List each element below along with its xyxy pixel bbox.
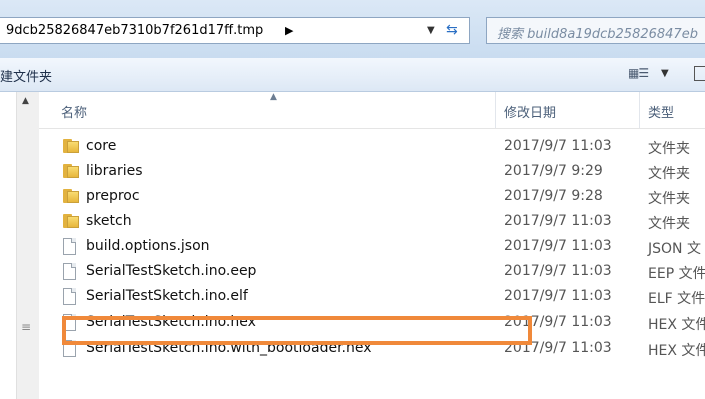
preview-pane-icon[interactable]: [694, 66, 705, 81]
command-toolbar: 建文件夹 ▦☰ ▼: [0, 58, 705, 92]
file-type: 文件夹: [648, 141, 690, 157]
folder-icon: [63, 138, 79, 153]
document-icon: [63, 238, 76, 255]
file-date: 2017/9/7 11:03: [504, 263, 612, 279]
file-type: EEP 文件: [648, 266, 705, 282]
file-type: 文件夹: [648, 166, 690, 182]
file-date: 2017/9/7 11:03: [504, 238, 612, 254]
file-type: ELF 文件: [648, 291, 705, 307]
folder-icon: [63, 213, 79, 228]
column-divider[interactable]: [495, 92, 496, 128]
file-date: 2017/9/7 11:03: [504, 340, 612, 356]
file-row[interactable]: preproc 2017/9/7 9:28 文件夹: [39, 184, 705, 209]
file-name: SerialTestSketch.ino.hex: [86, 314, 256, 330]
file-name: sketch: [86, 213, 132, 229]
column-header: ▲ 名称 修改日期 类型: [39, 92, 705, 129]
file-name: SerialTestSketch.ino.with_bootloader.hex: [86, 340, 372, 356]
file-row[interactable]: libraries 2017/9/7 9:29 文件夹: [39, 159, 705, 184]
search-input[interactable]: 搜索 build8a19dcb25826847eb: [486, 17, 705, 44]
folder-icon: [63, 188, 79, 203]
view-dropdown-icon[interactable]: ▼: [661, 68, 669, 79]
scroll-up-icon[interactable]: ▲: [22, 96, 29, 106]
file-name: SerialTestSketch.ino.eep: [86, 263, 257, 279]
file-row[interactable]: build.options.json 2017/9/7 11:03 JSON 文: [39, 234, 705, 259]
file-row[interactable]: SerialTestSketch.ino.eep 2017/9/7 11:03 …: [39, 259, 705, 284]
file-date: 2017/9/7 11:03: [504, 288, 612, 304]
file-row[interactable]: SerialTestSketch.ino.with_bootloader.hex…: [39, 336, 705, 361]
document-icon: [63, 288, 76, 305]
file-date: 2017/9/7 11:03: [504, 213, 612, 229]
file-type: HEX 文件: [648, 317, 705, 333]
column-name[interactable]: 名称: [61, 102, 87, 121]
column-type[interactable]: 类型: [648, 102, 674, 121]
document-icon: [63, 263, 76, 280]
file-type: 文件夹: [648, 191, 690, 207]
path-text: 9dcb25826847eb7310b7f261d17ff.tmp: [6, 23, 264, 38]
refresh-icon[interactable]: ⇆: [446, 22, 458, 38]
chevron-down-icon[interactable]: ▼: [427, 25, 435, 36]
path-field[interactable]: 9dcb25826847eb7310b7f261d17ff.tmp ▶ ▼ ⇆: [0, 17, 470, 44]
file-name: SerialTestSketch.ino.elf: [86, 288, 248, 304]
file-type: 文件夹: [648, 216, 690, 232]
column-divider[interactable]: [639, 92, 640, 128]
file-row[interactable]: SerialTestSketch.ino.elf 2017/9/7 11:03 …: [39, 284, 705, 309]
folder-icon: [63, 163, 79, 178]
file-name: preproc: [86, 188, 140, 204]
document-icon: [63, 314, 76, 331]
search-placeholder: 搜索 build8a19dcb25826847eb: [497, 27, 698, 42]
file-row[interactable]: SerialTestSketch.ino.hex 2017/9/7 11:03 …: [39, 310, 705, 335]
file-name: core: [86, 138, 117, 154]
address-bar: 9dcb25826847eb7310b7f261d17ff.tmp ▶ ▼ ⇆ …: [0, 0, 705, 58]
file-type: HEX 文件: [648, 343, 705, 359]
document-icon: [63, 340, 76, 357]
file-name: libraries: [86, 163, 143, 179]
column-date[interactable]: 修改日期: [504, 102, 556, 121]
breadcrumb-arrow-icon[interactable]: ▶: [285, 24, 293, 37]
nav-scrollbar[interactable]: [16, 92, 39, 399]
file-date: 2017/9/7 11:03: [504, 314, 612, 330]
file-date: 2017/9/7 11:03: [504, 138, 612, 154]
file-row[interactable]: sketch 2017/9/7 11:03 文件夹: [39, 209, 705, 234]
file-name: build.options.json: [86, 238, 210, 254]
file-date: 2017/9/7 9:28: [504, 188, 603, 204]
new-folder-button[interactable]: 建文件夹: [0, 66, 52, 85]
view-options-icon[interactable]: ▦☰: [628, 66, 649, 80]
sort-ascending-icon: ▲: [270, 92, 277, 102]
scroll-grip-icon[interactable]: ≡: [21, 320, 31, 334]
file-date: 2017/9/7 9:29: [504, 163, 603, 179]
file-type: JSON 文: [648, 241, 701, 257]
file-row[interactable]: core 2017/9/7 11:03 文件夹: [39, 134, 705, 159]
